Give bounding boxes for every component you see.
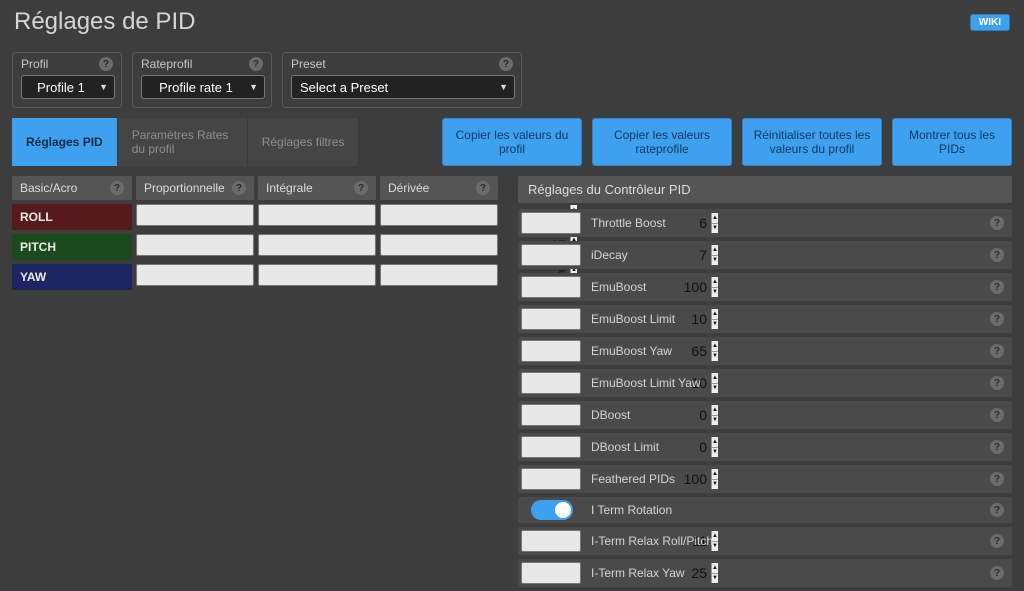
help-icon: ? xyxy=(990,344,1004,358)
help-icon: ? xyxy=(99,57,113,71)
rateprofile-select[interactable]: Profile rate 1 xyxy=(141,75,265,99)
ctrl-label: Feathered PIDs xyxy=(591,472,980,486)
pid-header-i: Intégrale xyxy=(266,181,313,195)
rateprofile-label: Rateprofil xyxy=(141,57,192,71)
controller-heading: Réglages du Contrôleur PID xyxy=(518,176,1012,203)
page-title: Réglages de PID xyxy=(14,8,195,36)
help-icon: ? xyxy=(990,534,1004,548)
help-icon: ? xyxy=(110,181,124,195)
help-icon: ? xyxy=(499,57,513,71)
pid-header-d: Dérivée xyxy=(388,181,429,195)
ctrl-label: DBoost xyxy=(591,408,980,422)
axis-label: PITCH xyxy=(12,234,132,260)
ctrl-label: I-Term Relax Yaw xyxy=(591,566,980,580)
preset-label: Preset xyxy=(291,57,326,71)
help-icon: ? xyxy=(990,312,1004,326)
help-icon: ? xyxy=(990,566,1004,580)
ctrl-label: I-Term Relax Roll/Pitch xyxy=(591,534,980,548)
preset-select[interactable]: Select a Preset xyxy=(291,75,515,99)
tab-rates[interactable]: Paramètres Rates du profil xyxy=(118,118,248,166)
help-icon: ? xyxy=(990,440,1004,454)
ctrl-label: Throttle Boost xyxy=(591,216,980,230)
help-icon: ? xyxy=(990,280,1004,294)
ctrl-label: DBoost Limit xyxy=(591,440,980,454)
help-icon: ? xyxy=(249,57,263,71)
copy-rateprofile-button[interactable]: Copier les valeurs rateprofile xyxy=(592,118,732,166)
ctrl-label: iDecay xyxy=(591,248,980,262)
pid-header-basic: Basic/Acro xyxy=(20,181,77,195)
axis-label: ROLL xyxy=(12,204,132,230)
help-icon: ? xyxy=(990,408,1004,422)
ctrl-label: EmuBoost Limit Yaw xyxy=(591,376,980,390)
help-icon: ? xyxy=(232,181,246,195)
axis-label: YAW xyxy=(12,264,132,290)
help-icon: ? xyxy=(990,503,1004,517)
copy-profile-button[interactable]: Copier les valeurs du profil xyxy=(442,118,582,166)
help-icon: ? xyxy=(990,376,1004,390)
ctrl-label: EmuBoost Yaw xyxy=(591,344,980,358)
tab-filters[interactable]: Réglages filtres xyxy=(248,118,360,166)
tab-pid[interactable]: Réglages PID xyxy=(12,118,118,166)
help-icon: ? xyxy=(990,216,1004,230)
reset-profile-button[interactable]: Réinitialiser toutes les valeurs du prof… xyxy=(742,118,882,166)
help-icon: ? xyxy=(990,248,1004,262)
toggle-i-term-rotation[interactable] xyxy=(531,500,573,520)
help-icon: ? xyxy=(476,181,490,195)
ctrl-label: I Term Rotation xyxy=(591,503,980,517)
wiki-button[interactable]: WIKI xyxy=(970,14,1010,31)
help-icon: ? xyxy=(354,181,368,195)
profile-select[interactable]: Profile 1 xyxy=(21,75,115,99)
pid-header-p: Proportionnelle xyxy=(144,181,225,195)
show-all-pids-button[interactable]: Montrer tous les PIDs xyxy=(892,118,1012,166)
ctrl-label: EmuBoost Limit xyxy=(591,312,980,326)
help-icon: ? xyxy=(990,472,1004,486)
ctrl-label: EmuBoost xyxy=(591,280,980,294)
profile-label: Profil xyxy=(21,57,48,71)
